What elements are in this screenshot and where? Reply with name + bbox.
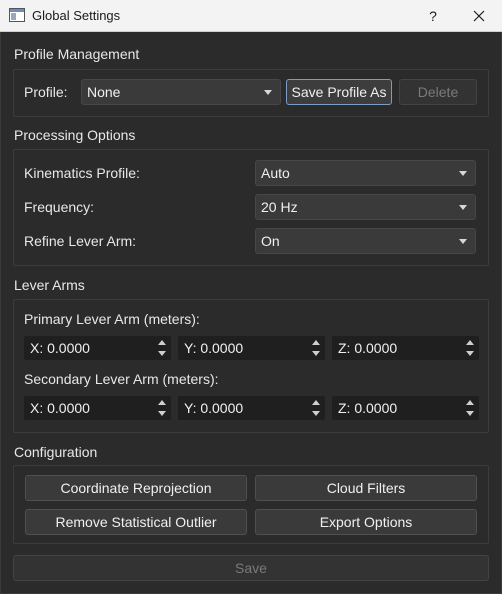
spin-buttons bbox=[156, 338, 168, 358]
profile-select[interactable]: None bbox=[81, 79, 281, 105]
kinematics-profile-value: Auto bbox=[261, 165, 290, 181]
processing-options-title: Processing Options bbox=[14, 127, 136, 143]
spin-buttons bbox=[310, 338, 322, 358]
spin-down-icon[interactable] bbox=[310, 348, 322, 358]
chevron-down-icon bbox=[459, 205, 467, 210]
spin-up-icon[interactable] bbox=[156, 338, 168, 348]
spin-up-icon[interactable] bbox=[156, 398, 168, 408]
spin-buttons bbox=[310, 398, 322, 418]
chevron-down-icon bbox=[459, 239, 467, 244]
chevron-down-icon bbox=[264, 90, 272, 95]
primary-y-spinbox[interactable]: Y: 0.0000 bbox=[178, 336, 325, 360]
spin-down-icon[interactable] bbox=[464, 348, 476, 358]
secondary-x-spinbox[interactable]: X: 0.0000 bbox=[24, 396, 171, 420]
refine-lever-arm-value: On bbox=[261, 233, 280, 249]
profile-select-value: None bbox=[87, 84, 121, 100]
export-options-button[interactable]: Export Options bbox=[255, 509, 477, 535]
spin-buttons bbox=[464, 338, 476, 358]
primary-z-value: Z: 0.0000 bbox=[338, 340, 398, 356]
chevron-down-icon bbox=[459, 171, 467, 176]
secondary-y-spinbox[interactable]: Y: 0.0000 bbox=[178, 396, 325, 420]
spin-down-icon[interactable] bbox=[156, 348, 168, 358]
frequency-label: Frequency: bbox=[24, 199, 95, 215]
refine-lever-arm-select[interactable]: On bbox=[255, 228, 476, 254]
spin-up-icon[interactable] bbox=[310, 338, 322, 348]
processing-options-group: Kinematics Profile: Auto Frequency: 20 H… bbox=[13, 149, 489, 266]
help-button[interactable]: ? bbox=[410, 0, 456, 32]
secondary-z-spinbox[interactable]: Z: 0.0000 bbox=[332, 396, 479, 420]
profile-management-title: Profile Management bbox=[14, 46, 140, 62]
primary-z-spinbox[interactable]: Z: 0.0000 bbox=[332, 336, 479, 360]
lever-arms-title: Lever Arms bbox=[14, 277, 85, 293]
primary-x-spinbox[interactable]: X: 0.0000 bbox=[24, 336, 171, 360]
remove-statistical-outlier-button[interactable]: Remove Statistical Outlier bbox=[25, 509, 247, 535]
configuration-group: Coordinate Reprojection Cloud Filters Re… bbox=[13, 465, 489, 544]
spin-buttons bbox=[464, 398, 476, 418]
kinematics-profile-label: Kinematics Profile: bbox=[24, 165, 140, 181]
spin-down-icon[interactable] bbox=[156, 408, 168, 418]
close-button[interactable] bbox=[456, 0, 502, 32]
close-icon bbox=[473, 10, 485, 22]
app-window-icon bbox=[9, 8, 25, 22]
secondary-y-value: Y: 0.0000 bbox=[184, 400, 244, 416]
spin-buttons bbox=[156, 398, 168, 418]
save-profile-as-button[interactable]: Save Profile As bbox=[286, 79, 392, 105]
title-bar: Global Settings ? bbox=[0, 0, 502, 32]
primary-lever-arm-label: Primary Lever Arm (meters): bbox=[24, 311, 200, 327]
window-title: Global Settings bbox=[32, 8, 121, 23]
spin-up-icon[interactable] bbox=[464, 338, 476, 348]
profile-label: Profile: bbox=[24, 84, 68, 100]
primary-x-value: X: 0.0000 bbox=[30, 340, 90, 356]
delete-profile-button[interactable]: Delete bbox=[399, 79, 477, 105]
spin-down-icon[interactable] bbox=[464, 408, 476, 418]
frequency-select[interactable]: 20 Hz bbox=[255, 194, 476, 220]
refine-lever-arm-label: Refine Lever Arm: bbox=[24, 233, 137, 249]
configuration-title: Configuration bbox=[14, 444, 98, 460]
secondary-x-value: X: 0.0000 bbox=[30, 400, 90, 416]
primary-y-value: Y: 0.0000 bbox=[184, 340, 244, 356]
save-button[interactable]: Save bbox=[13, 555, 489, 581]
spin-up-icon[interactable] bbox=[464, 398, 476, 408]
spin-up-icon[interactable] bbox=[310, 398, 322, 408]
cloud-filters-button[interactable]: Cloud Filters bbox=[255, 475, 477, 501]
kinematics-profile-select[interactable]: Auto bbox=[255, 160, 476, 186]
coordinate-reprojection-button[interactable]: Coordinate Reprojection bbox=[25, 475, 247, 501]
secondary-lever-arm-label: Secondary Lever Arm (meters): bbox=[24, 371, 219, 387]
lever-arms-group: Primary Lever Arm (meters): X: 0.0000 Y:… bbox=[13, 299, 489, 433]
profile-management-group: Profile: None Save Profile As Delete bbox=[13, 69, 489, 117]
secondary-z-value: Z: 0.0000 bbox=[338, 400, 398, 416]
frequency-value: 20 Hz bbox=[261, 199, 298, 215]
spin-down-icon[interactable] bbox=[310, 408, 322, 418]
